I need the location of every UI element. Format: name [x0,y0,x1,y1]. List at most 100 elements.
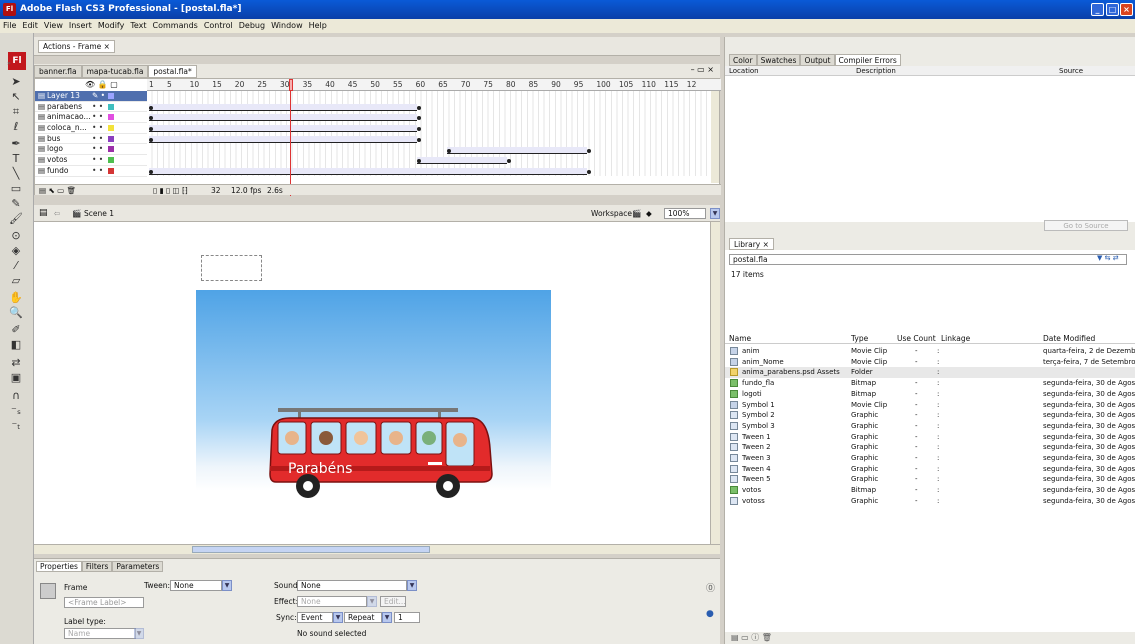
tween-span[interactable] [149,114,417,122]
layer-toggles[interactable]: • • [92,123,103,134]
layer-toggles[interactable]: • • [92,166,103,177]
col-name[interactable]: Name [729,334,751,344]
tween-select[interactable]: None [170,580,222,591]
stage-canvas[interactable]: Parabéns [196,290,551,526]
col-date-modified[interactable]: Date Modified [1043,334,1095,344]
pen-tool-icon[interactable]: ✒ [9,137,23,151]
menu-commands[interactable]: Commands [150,21,201,30]
empty-text-box[interactable] [201,255,262,281]
layer-outline-color[interactable] [108,146,114,153]
eyedropper-tool-icon[interactable]: ⁄ [9,259,23,273]
zoom-tool-icon[interactable]: 🔍 [9,306,23,320]
keyframe[interactable] [587,148,591,153]
ink-bottle-tool-icon[interactable]: ⊙ [9,229,23,243]
library-row[interactable]: fundo_fla Bitmap -: segunda-feira, 30 de Ag… [725,378,1135,389]
tween-span[interactable] [149,125,417,133]
doc-tab-postal[interactable]: postal.fla* [148,65,197,78]
repeat-select[interactable]: Repeat [344,612,382,623]
col-use-count[interactable]: Use Count [897,334,936,344]
label-type-select[interactable]: Name [64,628,136,639]
library-row[interactable]: votos Bitmap -: segunda-feira, 30 de Agosto… [725,485,1135,496]
menu-help[interactable]: Help [306,21,330,30]
layer-visibility-icons[interactable]: 👁 🔒 ▢ [85,80,118,89]
keyframe[interactable] [507,159,511,164]
layer-row[interactable]: ▤ bus • • [35,134,147,145]
keyframe[interactable] [447,148,451,153]
onion-skin-icons[interactable]: ▯ ▮ ▯ ◫ ⁅⁆ [153,185,188,196]
scene-name[interactable]: Scene 1 [84,205,114,222]
straighten-icon[interactable]: ⁻ₜ [9,419,23,433]
layer-row[interactable]: ▤ coloca_n... • • [35,123,147,134]
eraser-tool-icon[interactable]: ▱ [9,274,23,288]
keyframe[interactable] [417,105,421,110]
frame-label-input[interactable]: <Frame Label> [64,597,144,608]
stroke-color-icon[interactable]: ✐ [9,323,23,337]
sound-dropdown-icon[interactable]: ▼ [407,580,417,591]
edit-symbols-icon[interactable]: ◆ [646,205,652,222]
library-row[interactable]: anim Movie Clip -: quarta-feira, 2 de Dezem… [725,346,1135,357]
tab-swatches[interactable]: Swatches [756,54,801,66]
library-row[interactable]: anim_Nome Movie Clip -: terça-feira, 7 de S… [725,357,1135,368]
actions-frame-tab[interactable]: Actions - Frame × [38,40,115,53]
library-row[interactable]: anima_parabens.psd Assets Folder: [725,367,1135,378]
edit-scene-icon[interactable]: 🎬 [632,205,641,222]
library-document-select[interactable]: postal.fla [729,254,1127,265]
swap-colors-icon[interactable]: ⇄ [9,356,23,370]
tab-compiler-errors[interactable]: Compiler Errors [834,54,901,66]
rectangle-tool-icon[interactable]: ▭ [9,182,23,196]
snap-to-objects-icon[interactable]: ∩ [9,389,23,403]
layer-row[interactable]: ▤ votos • • [35,155,147,166]
paint-bucket-tool-icon[interactable]: ◈ [9,244,23,258]
frame-ruler[interactable]: 1 5 10 15 20 25 30 35 40 45 50 55 60 65 70 75 80 85 90 95 10… [147,79,721,91]
keyframe[interactable] [149,169,153,174]
timeline-vscroll[interactable] [711,91,719,183]
frame-grid[interactable] [147,91,709,176]
keyframe[interactable] [587,169,591,174]
library-row[interactable]: Tween 1 Graphic -: segunda-feira, 30 de Ago… [725,432,1135,443]
accessibility-icon[interactable]: ● [706,609,714,619]
selection-tool-icon[interactable]: ➤ [9,75,23,89]
library-row[interactable]: votoss Graphic -: segunda-feira, 30 de Agos… [725,496,1135,507]
menu-modify[interactable]: Modify [95,21,128,30]
smooth-icon[interactable]: ⁻ₛ [9,404,23,418]
layer-outline-color[interactable] [108,114,114,121]
tween-span[interactable] [149,103,417,111]
tab-properties[interactable]: Properties [36,561,82,572]
layer-outline-color[interactable] [108,93,114,99]
layer-toggles[interactable]: • • [92,155,103,166]
library-row[interactable]: Symbol 2 Graphic -: segunda-feira, 30 de Ag… [725,410,1135,421]
keyframe[interactable] [417,137,421,142]
keyframe[interactable] [149,105,153,110]
back-arrow-icon[interactable]: ⇦ [54,205,60,222]
keyframe[interactable] [417,127,421,132]
layer-outline-color[interactable] [108,135,114,142]
layer-toggles[interactable]: • • [92,134,103,145]
zoom-field[interactable]: 100% [664,208,706,219]
label-type-dropdown-icon[interactable]: ▼ [134,628,144,639]
maximize-button[interactable]: □ [1106,3,1119,16]
tab-color[interactable]: Color [729,54,757,66]
repeat-count-input[interactable]: 1 [394,612,420,623]
effect-dropdown-icon[interactable]: ▼ [367,596,377,607]
menu-control[interactable]: Control [201,21,236,30]
panel-options-icon[interactable]: – ▭ × [691,65,714,74]
menu-edit[interactable]: Edit [19,21,41,30]
library-row[interactable]: Symbol 3 Graphic -: segunda-feira, 30 de Ag… [725,421,1135,432]
col-type[interactable]: Type [851,334,868,344]
layer-outline-color[interactable] [108,125,114,132]
tab-output[interactable]: Output [800,54,835,66]
doc-tab-banner[interactable]: banner.fla [34,65,82,78]
library-row[interactable]: Tween 4 Graphic -: segunda-feira, 30 de Ago… [725,464,1135,475]
go-to-source-button[interactable]: Go to Source [1044,220,1128,231]
timeline-toggle-icon[interactable]: ▤ [39,205,48,222]
effect-select[interactable]: None [297,596,367,607]
subselection-tool-icon[interactable]: ↖ [9,90,23,104]
lasso-tool-icon[interactable]: ℓ [9,120,23,134]
zoom-dropdown-icon[interactable]: ▼ [710,208,720,219]
frame-rate[interactable]: 12.0 fps [231,185,261,196]
tab-filters[interactable]: Filters [81,561,113,572]
library-row[interactable]: Symbol 1 Movie Clip -: segunda-feira, 30 de… [725,400,1135,411]
add-layer-icon[interactable]: ▤ ⬉ ▭ 🗑 [39,185,76,196]
col-location[interactable]: Location [729,66,759,76]
layer-toggles[interactable]: • • [92,102,103,113]
